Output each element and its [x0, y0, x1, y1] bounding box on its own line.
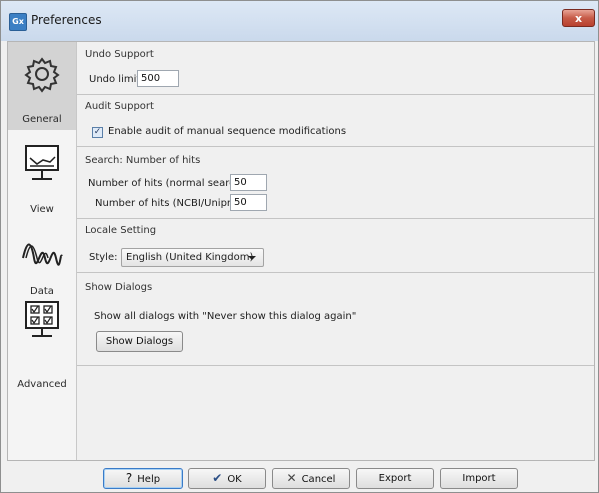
- cancel-button[interactable]: ✕ Cancel: [272, 468, 350, 489]
- sidebar-item-general[interactable]: General: [8, 42, 76, 130]
- category-sidebar: General View Data Advanced: [8, 42, 77, 460]
- sidebar-item-label: Data: [30, 286, 54, 297]
- section-title: Audit Support: [85, 101, 154, 112]
- locale-style-dropdown[interactable]: English (United Kingdom): [121, 248, 264, 267]
- settings-panel: Undo Support Undo limit: 500 Audit Suppo…: [77, 42, 594, 460]
- app-icon: Gx: [9, 13, 27, 31]
- help-button-label: Help: [137, 474, 161, 485]
- ncbi-hits-field[interactable]: 50: [230, 194, 267, 211]
- close-button[interactable]: x: [562, 9, 595, 27]
- ok-button-label: OK: [227, 474, 242, 485]
- normal-search-hits-field[interactable]: 50: [230, 174, 267, 191]
- title-bar[interactable]: Gx Preferences x: [1, 1, 598, 41]
- gear-icon: [24, 57, 60, 93]
- normal-search-hits-label: Number of hits (normal search):: [88, 178, 249, 189]
- sidebar-item-advanced[interactable]: Advanced: [8, 298, 76, 390]
- ncbi-hits-label: Number of hits (NCBI/Uniprot):: [95, 198, 249, 209]
- export-button[interactable]: Export: [356, 468, 434, 489]
- undo-limit-label: Undo limit:: [89, 74, 144, 85]
- section-title: Show Dialogs: [85, 282, 153, 293]
- sidebar-item-view[interactable]: View: [8, 130, 76, 218]
- checkmark-icon: ✔: [212, 471, 223, 485]
- undo-limit-field[interactable]: 500: [137, 70, 179, 87]
- show-dialogs-description: Show all dialogs with "Never show this d…: [94, 311, 357, 322]
- sidebar-item-label: General: [22, 114, 62, 125]
- client-area: General View Data Advanced Undo Support …: [7, 41, 595, 461]
- audit-support-section: Audit Support ✓ Enable audit of manual s…: [77, 94, 594, 147]
- audit-checkbox-label: Enable audit of manual sequence modifica…: [108, 126, 347, 137]
- sidebar-item-data[interactable]: Data: [8, 218, 76, 298]
- undo-support-section: Undo Support Undo limit: 500: [77, 42, 594, 95]
- import-button[interactable]: Import: [440, 468, 518, 489]
- section-title: Search: Number of hits: [85, 155, 201, 166]
- search-hits-section: Search: Number of hits Number of hits (n…: [77, 146, 594, 219]
- chevron-down-icon: [248, 256, 256, 260]
- locale-setting-section: Locale Setting Style: English (United Ki…: [77, 218, 594, 273]
- cancel-button-label: Cancel: [301, 474, 336, 485]
- section-title: Locale Setting: [85, 225, 157, 236]
- show-dialogs-section: Show Dialogs Show all dialogs with "Neve…: [77, 272, 594, 366]
- window-title: Preferences: [31, 13, 102, 27]
- show-dialogs-button[interactable]: Show Dialogs: [96, 331, 183, 352]
- close-icon: ✕: [286, 471, 297, 485]
- monitor-chart-icon: [25, 145, 59, 180]
- section-title: Undo Support: [85, 49, 154, 60]
- checklist-monitor-icon: [25, 301, 59, 337]
- sequence-wave-icon: [22, 243, 63, 266]
- preferences-window: Gx Preferences x General View Data Advan…: [0, 0, 599, 493]
- style-label: Style:: [89, 252, 118, 263]
- audit-checkbox[interactable]: ✓: [92, 127, 103, 138]
- help-button[interactable]: ? Help: [103, 468, 183, 489]
- ok-button[interactable]: ✔ OK: [188, 468, 266, 489]
- sidebar-item-label: View: [30, 204, 54, 215]
- help-icon: ?: [125, 471, 133, 485]
- sidebar-item-label: Advanced: [17, 379, 67, 390]
- locale-style-value: English (United Kingdom): [126, 252, 254, 263]
